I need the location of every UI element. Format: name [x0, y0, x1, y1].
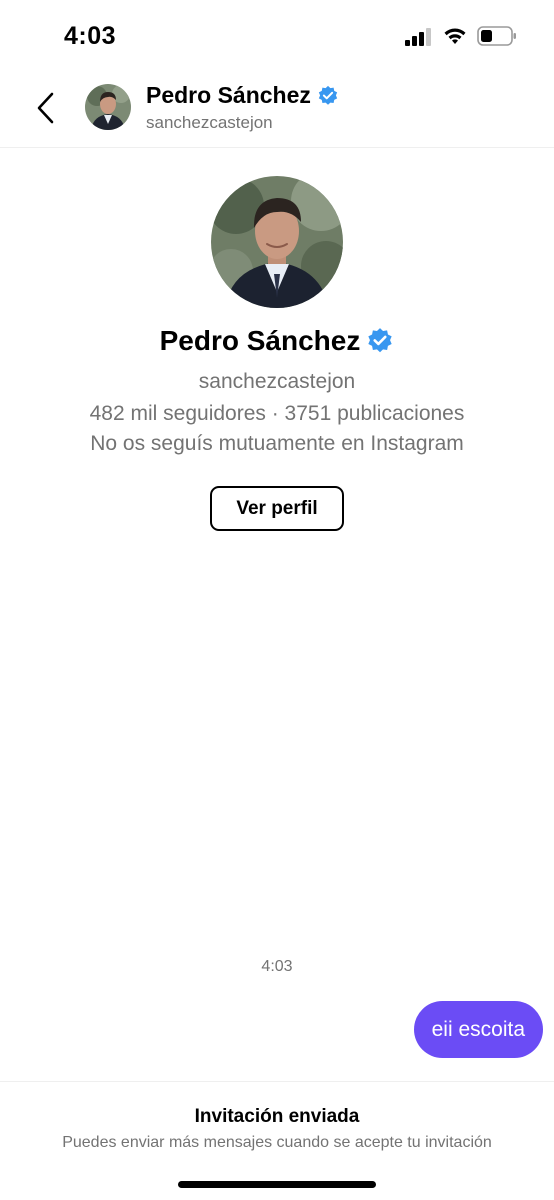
- sent-message-bubble[interactable]: eii escoita: [413, 1001, 543, 1058]
- invitation-footer: Invitación enviada Puedes enviar más men…: [0, 1081, 554, 1200]
- header-avatar[interactable]: [85, 84, 131, 130]
- verified-badge-icon: [318, 85, 338, 105]
- wifi-icon: [444, 28, 466, 44]
- signal-icon: [405, 28, 431, 46]
- verified-badge-icon: [368, 328, 393, 353]
- profile-card: Pedro Sánchez sanchezcastejon 482 mil se…: [0, 176, 554, 531]
- back-button[interactable]: [28, 88, 64, 128]
- profile-mutual-status: No os seguís mutuamente en Instagram: [90, 432, 464, 455]
- header-username: sanchezcastejon: [146, 113, 273, 132]
- message-timestamp: 4:03: [261, 958, 293, 975]
- profile-name-row: Pedro Sánchez: [0, 324, 554, 358]
- view-profile-button[interactable]: Ver perfil: [210, 486, 344, 531]
- battery-icon: [477, 26, 516, 46]
- back-chevron-icon: [37, 92, 54, 124]
- profile-name: Pedro Sánchez: [159, 325, 361, 356]
- chat-header: Pedro Sánchez sanchezcastejon: [0, 72, 554, 148]
- status-time: 4:03: [64, 22, 117, 50]
- invitation-subtitle: Puedes enviar más mensajes cuando se ace…: [62, 1134, 492, 1151]
- profile-avatar[interactable]: [211, 176, 343, 308]
- home-indicator[interactable]: [178, 1181, 376, 1188]
- status-bar: 4:03: [0, 0, 554, 72]
- profile-username: sanchezcastejon: [198, 370, 356, 393]
- invitation-title: Invitación enviada: [194, 1106, 360, 1127]
- header-name-row[interactable]: Pedro Sánchez: [146, 82, 339, 109]
- header-name: Pedro Sánchez: [146, 82, 311, 108]
- profile-stats: 482 mil seguidores · 3751 publicaciones: [89, 402, 465, 425]
